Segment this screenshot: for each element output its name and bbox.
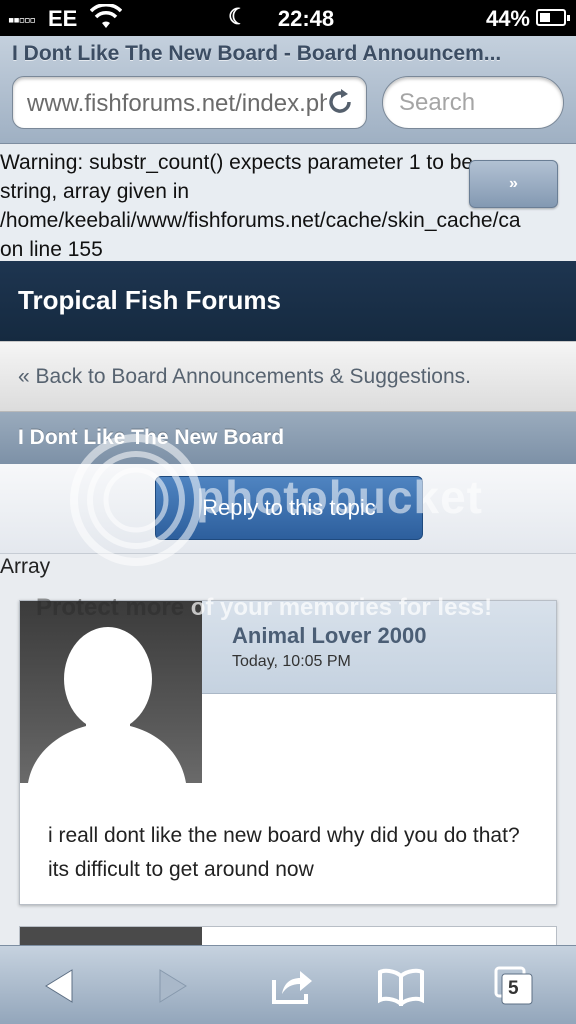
reply-area: Reply to this topic xyxy=(0,464,576,554)
post-body: i reall dont like the new board why did … xyxy=(48,824,520,881)
post-author[interactable]: Animal Lover 2000 xyxy=(232,623,426,649)
forum-title[interactable]: Tropical Fish Forums xyxy=(18,285,281,316)
back-to-board-link[interactable]: « Back to Board Announcements & Suggesti… xyxy=(18,365,471,389)
topic-header: I Dont Like The New Board xyxy=(0,412,576,464)
reload-icon[interactable] xyxy=(324,86,356,118)
battery-percent: 44% xyxy=(485,6,530,31)
tab-count: 5 xyxy=(508,978,519,999)
search-input[interactable] xyxy=(399,89,549,117)
battery-icon xyxy=(536,9,570,26)
default-avatar-silhouette-icon xyxy=(28,627,186,783)
share-icon[interactable] xyxy=(270,966,312,1006)
forum-header: Tropical Fish Forums xyxy=(0,261,576,341)
post-card: Animal Lover 2000 Today, 10:05 PM i real… xyxy=(19,600,557,905)
expand-menu-button[interactable]: » xyxy=(469,160,558,208)
battery-level-fill xyxy=(540,13,550,22)
post-date: Today, 10:05 PM xyxy=(232,653,351,670)
warning-line: on line 155 xyxy=(0,238,103,260)
forward-arrow-icon[interactable] xyxy=(152,966,192,1006)
status-bar: ▪▪▫▫▫ EE ☾ 22:48 44% xyxy=(0,0,576,36)
topic-title: I Dont Like The New Board xyxy=(18,426,285,449)
address-bar[interactable]: www.fishforums.net/index.php xyxy=(12,76,367,129)
url-text[interactable]: www.fishforums.net/index.php xyxy=(27,90,327,118)
warning-line: /home/keebali/www/fishforums.net/cache/s… xyxy=(0,209,521,232)
array-debug-text: Array xyxy=(0,555,51,578)
browser-page-title: I Dont Like The New Board - Board Announ… xyxy=(12,42,502,65)
back-arrow-icon[interactable] xyxy=(40,966,80,1006)
search-box[interactable] xyxy=(382,76,564,129)
post-meta: Animal Lover 2000 Today, 10:05 PM xyxy=(202,601,556,694)
browser-chrome: I Dont Like The New Board - Board Announ… xyxy=(0,36,576,144)
reply-to-topic-button[interactable]: Reply to this topic xyxy=(155,476,423,540)
browser-toolbar: 5 xyxy=(0,945,576,1024)
bookmarks-book-icon[interactable] xyxy=(378,966,424,1009)
back-nav-bar: « Back to Board Announcements & Suggesti… xyxy=(0,341,576,412)
avatar[interactable] xyxy=(20,601,202,783)
tabs-icon[interactable]: 5 xyxy=(494,966,534,1006)
